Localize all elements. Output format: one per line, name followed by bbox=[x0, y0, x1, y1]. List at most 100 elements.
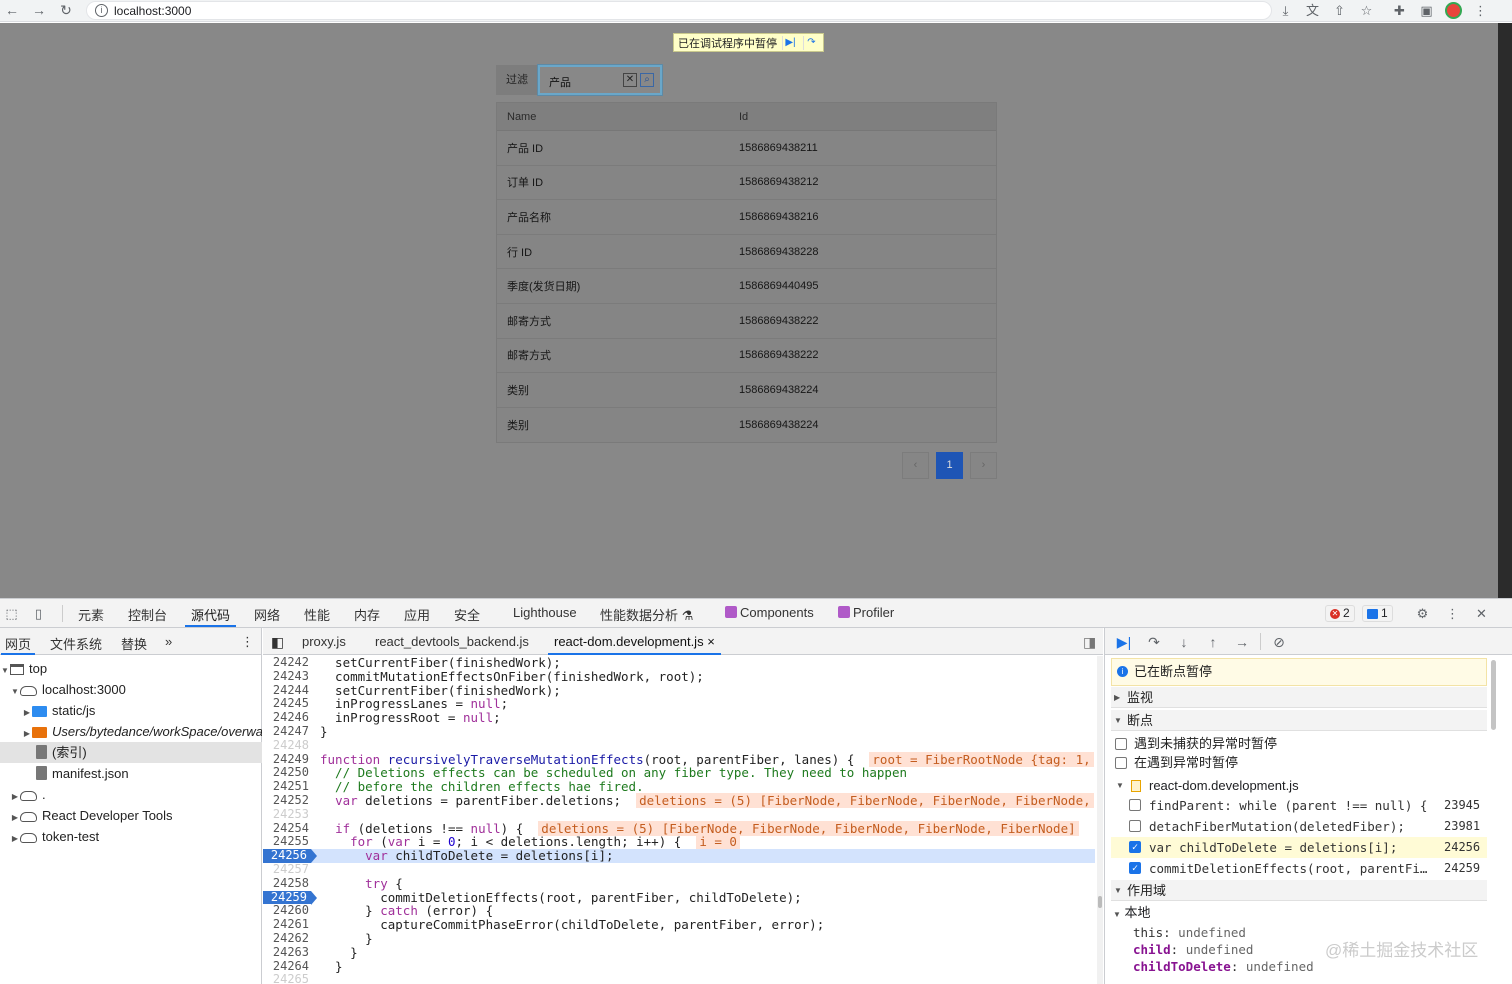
search-icon[interactable]: ⌕ bbox=[640, 73, 654, 87]
line-number[interactable]: 24263 bbox=[263, 945, 311, 960]
line-number[interactable]: 24249 bbox=[263, 752, 311, 767]
tab-components[interactable]: Components bbox=[725, 605, 814, 620]
editor-tab-devtools-backend[interactable]: react_devtools_backend.js bbox=[375, 634, 529, 649]
tab-application[interactable]: 应用 bbox=[404, 605, 430, 624]
resume-icon[interactable]: ▶| bbox=[1115, 633, 1133, 651]
line-number[interactable]: 24260 bbox=[263, 904, 311, 918]
navigator-menu-icon[interactable]: ⋮ bbox=[241, 634, 254, 650]
line-number[interactable]: 24252 bbox=[263, 793, 311, 808]
line-number[interactable]: 24245 bbox=[263, 697, 311, 711]
tab-security[interactable]: 安全 bbox=[454, 605, 480, 624]
scope-variable[interactable]: this: undefined bbox=[1133, 925, 1246, 941]
line-number[interactable]: 24254 bbox=[263, 821, 311, 836]
toggle-navigator-icon[interactable]: ◧ bbox=[271, 634, 284, 651]
toggle-debugger-icon[interactable]: ◨ bbox=[1083, 634, 1096, 651]
scope-variable[interactable]: childToDelete: undefined bbox=[1133, 959, 1314, 975]
tree-item-file[interactable]: (索引) bbox=[0, 742, 262, 763]
checkbox[interactable] bbox=[1115, 757, 1127, 769]
tree-item-file[interactable]: manifest.json bbox=[0, 763, 262, 784]
code-line[interactable]: 24249 function recursivelyTraverseMutatio… bbox=[263, 751, 1095, 767]
column-header-id[interactable]: Id bbox=[739, 111, 748, 123]
line-number[interactable]: 24262 bbox=[263, 931, 311, 946]
scope-variable[interactable]: child: undefined bbox=[1133, 942, 1253, 958]
clear-icon[interactable]: ✕ bbox=[623, 73, 637, 87]
resume-icon[interactable]: ▶| bbox=[782, 35, 798, 50]
table-row[interactable]: 邮寄方式 1586869438222 bbox=[497, 339, 996, 374]
column-header-name[interactable]: Name bbox=[497, 111, 739, 123]
code-line[interactable]: 24244 setCurrentFiber(finishedWork); bbox=[263, 683, 1095, 698]
address-bar[interactable]: i localhost:3000 bbox=[86, 1, 1272, 20]
scope-local-header[interactable]: ▼ 本地 bbox=[1113, 905, 1151, 923]
step-over-icon[interactable]: ↷ bbox=[803, 35, 819, 50]
breakpoint-item[interactable]: findParent: while (parent !== null) {239… bbox=[1111, 795, 1487, 816]
code-scrollbar[interactable] bbox=[1097, 656, 1103, 984]
code-line[interactable]: 24246 inProgressRoot = null; bbox=[263, 710, 1095, 725]
checkbox[interactable] bbox=[1115, 738, 1127, 750]
profile-avatar[interactable] bbox=[1445, 2, 1462, 19]
line-number[interactable]: 24248 bbox=[263, 738, 311, 753]
code-line[interactable]: 24264 } bbox=[263, 959, 1095, 974]
breakpoint-line-number[interactable]: 24259 bbox=[263, 890, 317, 905]
breakpoint-item[interactable]: ✓ commitDeletionEffects(root, parentFi… 24… bbox=[1111, 858, 1487, 879]
line-number[interactable]: 24265 bbox=[263, 973, 311, 984]
line-number[interactable]: 24258 bbox=[263, 876, 311, 891]
tree-item-folder[interactable]: ▶ Users/bytedance/workSpace/overwa bbox=[0, 721, 262, 742]
more-tabs-icon[interactable]: » bbox=[165, 634, 172, 649]
tab-performance-insights[interactable]: 性能数据分析 ⚗ bbox=[600, 605, 693, 624]
pause-caught-checkbox[interactable]: 在遇到异常时暂停 bbox=[1115, 753, 1487, 773]
code-line[interactable]: 24257 bbox=[263, 862, 1095, 877]
tree-item-top[interactable]: ▼ top bbox=[0, 658, 262, 679]
code-line-current[interactable]: 24256 var childToDelete = deletions[i]; bbox=[263, 848, 1095, 863]
tab-sources[interactable]: 源代码 bbox=[184, 605, 237, 627]
close-tab-icon[interactable]: × bbox=[707, 634, 715, 649]
table-row[interactable]: 产品 ID 1586869438211 bbox=[497, 131, 996, 166]
tab-elements[interactable]: 元素 bbox=[78, 605, 104, 624]
reload-icon[interactable]: ↻ bbox=[58, 2, 74, 18]
forward-icon[interactable]: → bbox=[31, 2, 47, 18]
extensions-icon[interactable]: ✚ bbox=[1391, 2, 1408, 19]
more-options-icon[interactable]: ⋮ bbox=[1444, 605, 1461, 622]
code-line[interactable]: 24255 for (var i = 0; i < deletions.leng… bbox=[263, 834, 1095, 850]
code-line[interactable]: 24263 } bbox=[263, 945, 1095, 960]
breakpoint-item-active[interactable]: ✓ var childToDelete = deletions[i]; 24256 bbox=[1111, 837, 1487, 858]
step-into-icon[interactable]: ↓ bbox=[1175, 633, 1193, 651]
close-devtools-icon[interactable]: ✕ bbox=[1473, 605, 1490, 622]
section-breakpoints[interactable]: ▼ 断点 bbox=[1111, 710, 1487, 731]
bookmark-star-icon[interactable]: ☆ bbox=[1358, 2, 1375, 19]
pause-uncaught-checkbox[interactable]: 遇到未捕获的异常时暂停 bbox=[1115, 734, 1487, 754]
tab-network[interactable]: 网络 bbox=[254, 605, 280, 624]
line-number[interactable]: 24242 bbox=[263, 656, 311, 670]
breakpoint-checkbox[interactable] bbox=[1129, 820, 1141, 832]
tab-page[interactable]: 网页 bbox=[0, 634, 36, 655]
table-row[interactable]: 行 ID 1586869438228 bbox=[497, 235, 996, 270]
breakpoint-checkbox[interactable]: ✓ bbox=[1129, 841, 1141, 853]
step-icon[interactable]: → bbox=[1233, 633, 1251, 651]
install-icon[interactable]: ⤓ bbox=[1277, 2, 1294, 19]
section-scope[interactable]: ▼ 作用域 bbox=[1111, 880, 1487, 901]
line-number[interactable]: 24251 bbox=[263, 779, 311, 794]
table-row[interactable]: 邮寄方式 1586869438222 bbox=[497, 304, 996, 339]
code-line[interactable]: 24259 commitDeletionEffects(root, parent… bbox=[263, 890, 1095, 905]
line-number[interactable]: 24264 bbox=[263, 959, 311, 974]
code-line[interactable]: 24260 } catch (error) { bbox=[263, 904, 1095, 918]
code-line[interactable]: 24253 bbox=[263, 807, 1095, 822]
step-out-icon[interactable]: ↑ bbox=[1204, 633, 1222, 651]
tab-performance[interactable]: 性能 bbox=[304, 605, 330, 624]
code-line[interactable]: 24265 bbox=[263, 973, 1095, 984]
table-row[interactable]: 产品名称 1586869438216 bbox=[497, 200, 996, 235]
back-icon[interactable]: ← bbox=[4, 2, 20, 18]
breakpoint-checkbox[interactable]: ✓ bbox=[1129, 862, 1141, 874]
breakpoint-line-number[interactable]: 24256 bbox=[263, 848, 317, 863]
line-number[interactable]: 24253 bbox=[263, 807, 311, 822]
editor-tab-proxy[interactable]: proxy.js bbox=[302, 634, 346, 649]
message-count-badge[interactable]: 1 bbox=[1362, 605, 1393, 622]
inspect-element-icon[interactable]: ⬚ bbox=[3, 605, 20, 622]
deactivate-breakpoints-icon[interactable]: ⊘ bbox=[1270, 633, 1288, 651]
tab-overrides[interactable]: 替换 bbox=[121, 634, 147, 653]
code-line[interactable]: 24252 var deletions = parentFiber.deleti… bbox=[263, 793, 1095, 808]
tree-item-origin[interactable]: ▶. bbox=[0, 784, 262, 805]
breakpoint-checkbox[interactable] bbox=[1129, 799, 1141, 811]
browser-menu-icon[interactable]: ⋮ bbox=[1472, 2, 1489, 19]
tree-item-origin[interactable]: ▼ localhost:3000 bbox=[0, 679, 262, 700]
breakpoint-file-group[interactable]: ▼ react-dom.development.js bbox=[1111, 775, 1487, 796]
